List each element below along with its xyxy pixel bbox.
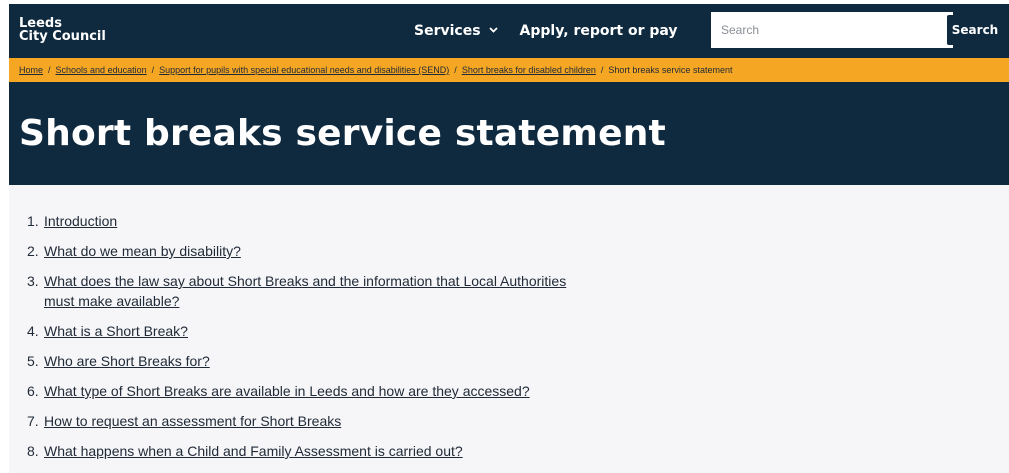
- page-title: Short breaks service statement: [19, 113, 666, 154]
- breadcrumb-send[interactable]: Support for pupils with special educatio…: [159, 65, 449, 75]
- toc-item: 4. What is a Short Break?: [27, 321, 1009, 341]
- search-form: Search: [711, 12, 1009, 48]
- toc-item: 3. What does the law say about Short Brea…: [27, 271, 1009, 311]
- toc-item: 2. What do we mean by disability?: [27, 241, 1009, 261]
- breadcrumb-home[interactable]: Home: [19, 65, 43, 75]
- breadcrumb-separator: /: [600, 65, 604, 75]
- toc-number: 4.: [27, 323, 39, 339]
- breadcrumb: Home / Schools and education / Support f…: [9, 58, 1009, 82]
- toc-number: 8.: [27, 443, 39, 459]
- toc-link-law[interactable]: What does the law say about Short Breaks…: [44, 271, 584, 311]
- toc-number: 5.: [27, 353, 39, 369]
- nav-apply-report-pay[interactable]: Apply, report or pay: [520, 23, 678, 39]
- toc-link-request-assessment[interactable]: How to request an assessment for Short B…: [44, 411, 341, 431]
- search-button[interactable]: Search: [947, 15, 1003, 45]
- nav-apply-label: Apply, report or pay: [519, 23, 678, 39]
- toc-number: 6.: [27, 383, 39, 399]
- title-band: Short breaks service statement: [9, 82, 1009, 185]
- toc-number: 1.: [27, 213, 39, 229]
- toc-link-assessment-process[interactable]: What happens when a Child and Family Ass…: [44, 441, 463, 461]
- breadcrumb-schools[interactable]: Schools and education: [56, 65, 147, 75]
- breadcrumb-current: Short breaks service statement: [608, 65, 733, 75]
- toc-number: 2.: [27, 243, 39, 259]
- toc-number: 7.: [27, 413, 39, 429]
- breadcrumb-separator: /: [48, 65, 51, 75]
- search-input[interactable]: [711, 12, 947, 48]
- toc-item: 8. What happens when a Child and Family A…: [27, 441, 1009, 461]
- chevron-down-icon: [488, 25, 498, 36]
- toc-item: 5. Who are Short Breaks for?: [27, 351, 1009, 371]
- main-nav: Services Apply, report or pay: [414, 4, 678, 58]
- toc-item: 6. What type of Short Breaks are availabl…: [27, 381, 1009, 401]
- council-logo[interactable]: Leeds City Council: [19, 17, 106, 43]
- toc-number: 3.: [27, 273, 39, 289]
- breadcrumb-short-breaks[interactable]: Short breaks for disabled children: [462, 65, 596, 75]
- toc-item: 7. How to request an assessment for Short…: [27, 411, 1009, 431]
- breadcrumb-separator: /: [151, 65, 155, 75]
- toc-link-who-for[interactable]: Who are Short Breaks for?: [44, 351, 210, 371]
- logo-line-2: City Council: [19, 29, 106, 44]
- toc-link-types[interactable]: What type of Short Breaks are available …: [44, 381, 530, 401]
- toc-link-what-is[interactable]: What is a Short Break?: [44, 321, 188, 341]
- toc-link-introduction[interactable]: Introduction: [44, 211, 117, 231]
- page: Leeds City Council Services Apply, repor…: [9, 4, 1009, 473]
- nav-services-label: Services: [414, 23, 481, 39]
- toc-link-disability[interactable]: What do we mean by disability?: [44, 241, 241, 261]
- nav-services[interactable]: Services: [414, 23, 498, 39]
- toc-item: 1. Introduction: [27, 211, 1009, 231]
- site-header: Leeds City Council Services Apply, repor…: [9, 4, 1009, 58]
- table-of-contents: 1. Introduction 2. What do we mean by disa…: [9, 185, 1009, 461]
- breadcrumb-separator: /: [454, 65, 457, 75]
